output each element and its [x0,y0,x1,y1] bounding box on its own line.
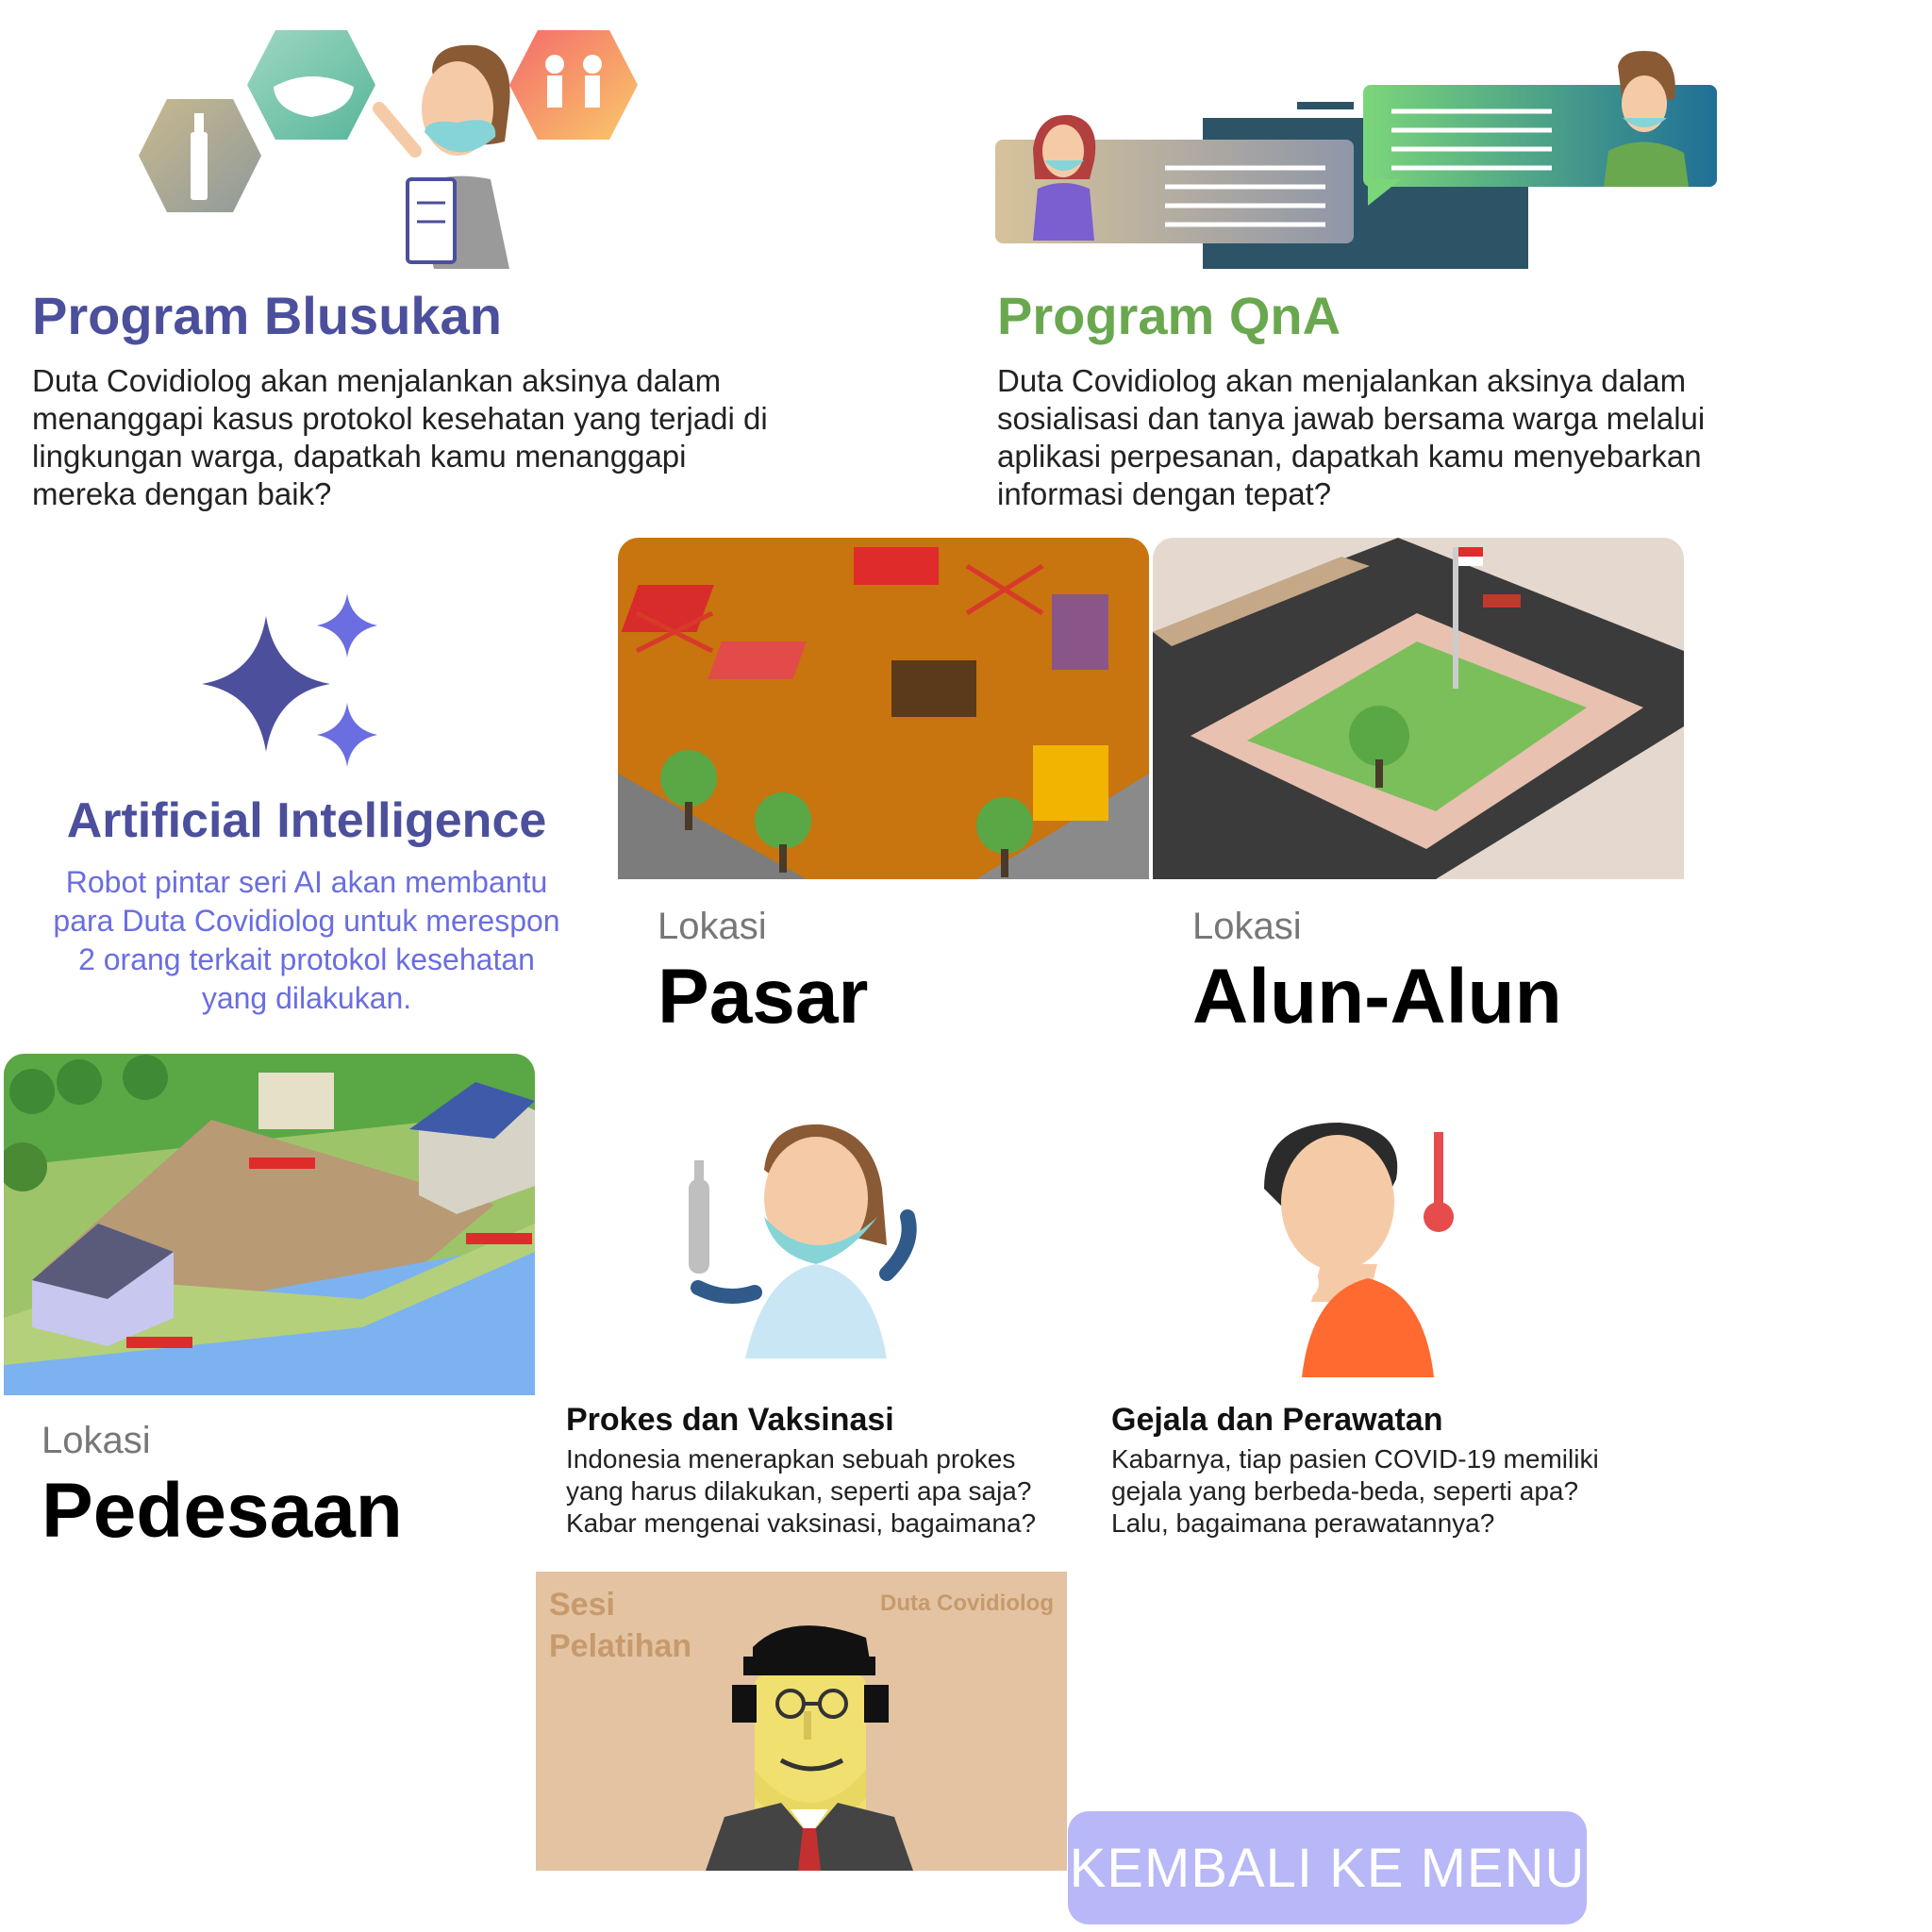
blusukan-title: Program Blusukan [32,286,502,345]
prokes-description: Indonesia menerapkan sebuah prokes yang … [566,1444,1037,1538]
pasar-label-small: Lokasi [658,906,767,947]
pasar-scene[interactable] [618,538,1149,879]
gejala-title: Gejala dan Perawatan [1111,1402,1443,1438]
alun-alun-scene[interactable] [1153,538,1684,879]
ai-description: Robot pintar seri AI akan membantu para … [53,865,560,1015]
training-title-line2: Pelatihan [549,1628,692,1664]
desa-label-small: Lokasi [42,1420,151,1461]
blusukan-description: Duta Covidiolog akan menjalankan aksinya… [32,363,768,511]
qna-title: Program QnA [997,286,1341,345]
qna-illustration [995,47,1722,274]
qna-description: Duta Covidiolog akan menjalankan aksinya… [997,363,1706,511]
gejala-illustration [1245,1113,1491,1377]
gejala-description: Kabarnya, tiap pasien COVID-19 memiliki … [1111,1444,1599,1538]
sparkle-icon [198,590,387,778]
training-card[interactable]: Sesi Pelatihan Duta Covidiolog [536,1572,1067,1871]
teacher-avatar [706,1609,913,1871]
prokes-title: Prokes dan Vaksinasi [566,1402,894,1438]
alun-label-small: Lokasi [1192,906,1302,947]
desa-label: Pedesaan [42,1468,403,1554]
ai-title: Artificial Intelligence [66,793,547,848]
alun-label: Alun-Alun [1192,954,1562,1040]
pedesaan-scene[interactable] [4,1054,535,1395]
prokes-illustration [660,1113,943,1377]
pasar-label: Pasar [658,954,869,1040]
back-to-menu-button[interactable]: KEMBALI KE MENU [1068,1811,1587,1924]
training-title-line1: Sesi [549,1587,615,1623]
blusukan-illustration [132,19,660,274]
